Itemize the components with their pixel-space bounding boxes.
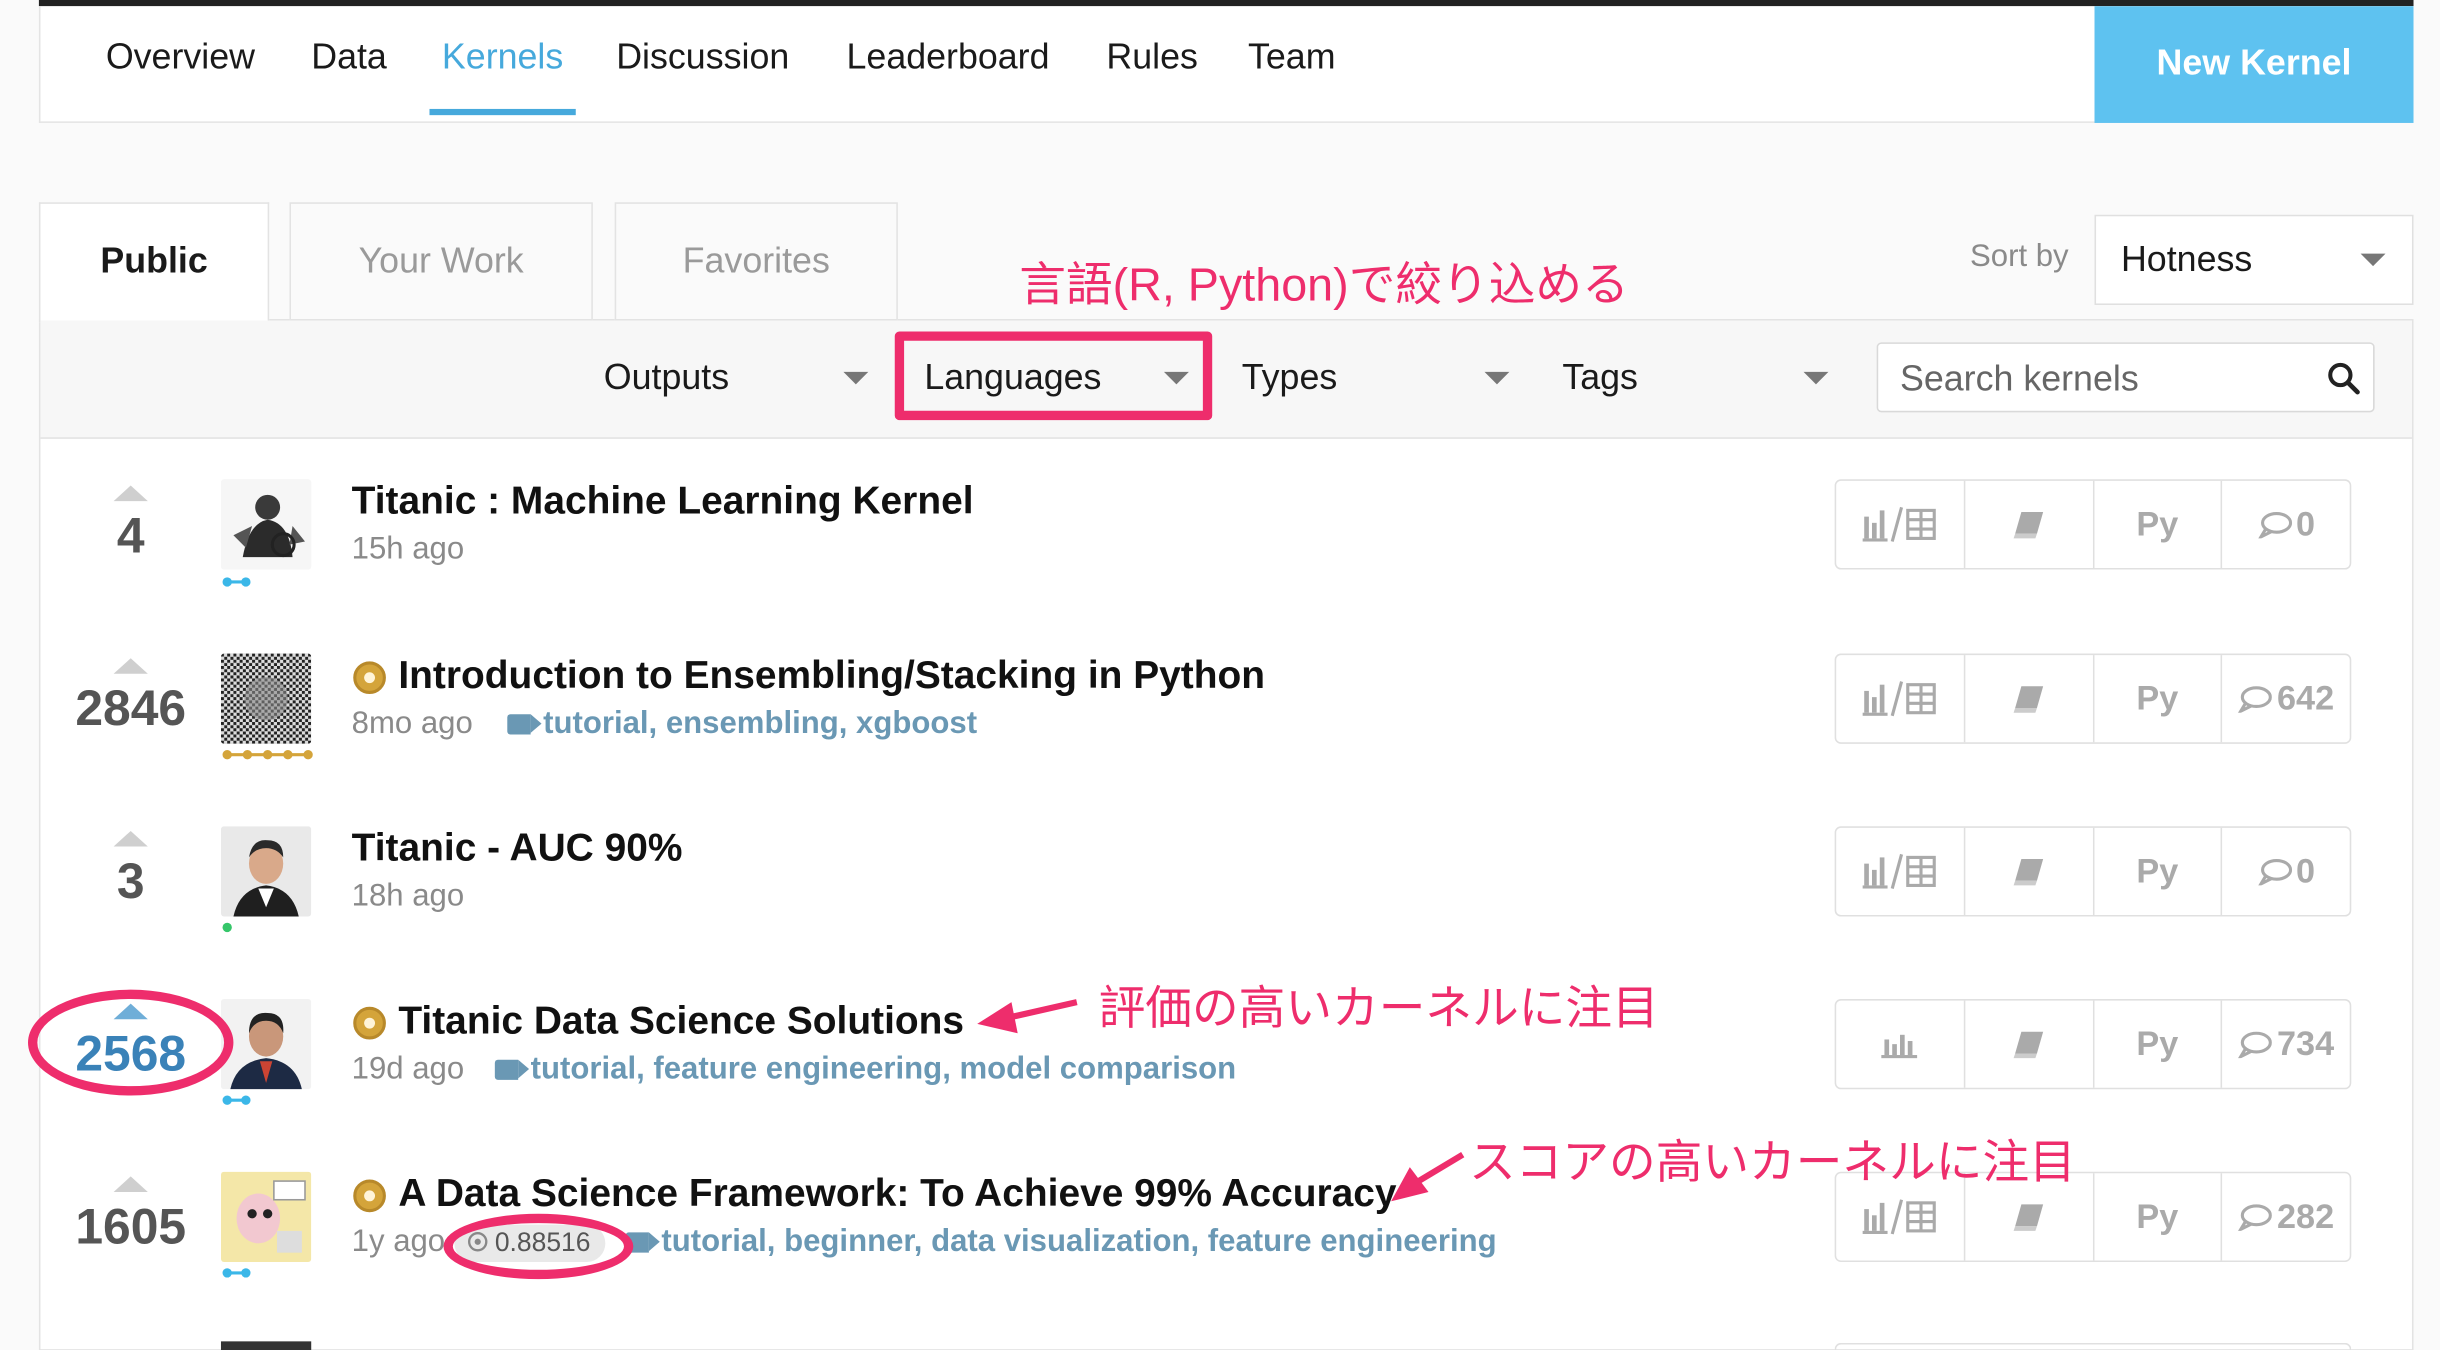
arrow-icon bbox=[977, 1002, 1018, 1034]
arrow-icon bbox=[1414, 1151, 1465, 1186]
annotation-arrows bbox=[977, 999, 1465, 1202]
arrow-icon bbox=[1007, 999, 1078, 1021]
arrow-icon bbox=[1391, 1167, 1429, 1202]
